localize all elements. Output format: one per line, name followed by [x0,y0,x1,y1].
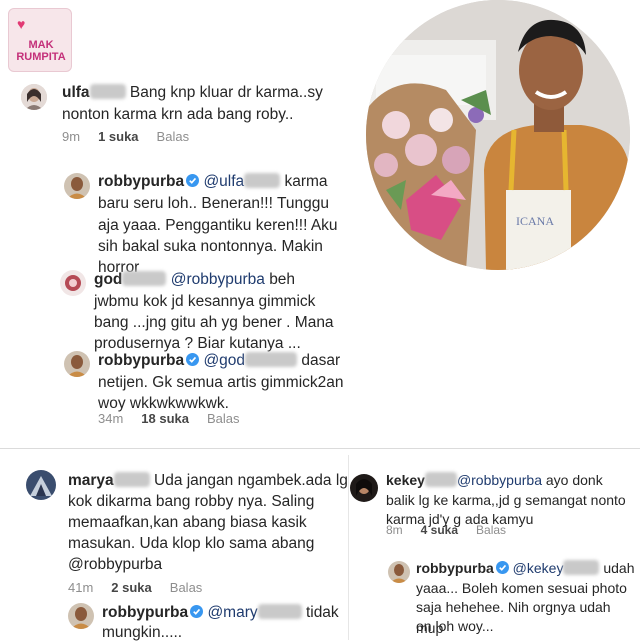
svg-text:ICANA: ICANA [516,214,554,228]
likes-count[interactable]: 18 suka [141,411,189,426]
reply-robby4-line1: robbypurba @kekey udah [416,558,635,579]
comment-text: jwbmu kok jd kesannya gimmick [94,293,316,310]
logo-text: MAK RUMPITA [16,39,66,63]
avatar-robby-image [64,351,90,377]
avatar-ulfa-image [21,84,47,110]
comment-text: sih bakal suka nontonnya. Makin [98,238,323,255]
username-robbypurba[interactable]: robbypurba [416,560,494,576]
blurred-name [122,271,167,286]
reply-god-line1: god @robbypurba beh [94,269,295,290]
verified-badge-icon [186,353,200,366]
avatar[interactable] [64,173,90,199]
blurred-name [89,84,126,99]
mention[interactable]: @god [203,352,245,369]
likes-count[interactable]: 1 suka [98,129,138,144]
username-kekey[interactable]: kekey [386,472,425,488]
comment-text: nonton karma krn ada bang roby.. [62,106,294,123]
mention[interactable]: @robbypurba [68,554,162,575]
mention[interactable]: @robbypurba [171,271,265,288]
comment-ulfa-line1: ulfa Bang knp kluar dr karma..sy [62,82,323,103]
username-marya[interactable]: marya [68,472,114,489]
reply-button[interactable]: Balas [207,411,240,426]
username-god[interactable]: god [94,271,122,288]
blurred-name [424,472,457,487]
username-robbypurba[interactable]: robbypurba [98,352,184,369]
comment-text: kok dikarma bang robby nya. Saling [68,493,315,510]
reply-robby3-line1: robbypurba @mary tidak [102,602,339,623]
avatar-kekey-image [350,474,378,502]
comment-text: on loh woy... [416,618,494,634]
comment-text: tidak [305,604,339,621]
likes-count[interactable]: 4 suka [421,523,458,537]
avatar-marya-image [26,470,56,500]
blurred-name [245,352,298,367]
mention[interactable]: @robbypurba [457,472,542,488]
verified-badge-icon [186,174,200,187]
comment-text: udah [603,560,635,576]
avatar-robby-image [68,603,94,629]
mak-rumpita-logo: ♥ MAK RUMPITA [8,8,72,72]
avatar[interactable] [388,561,410,583]
avatar-god-image [60,270,86,296]
verified-badge-icon [495,561,509,574]
timestamp: 41m [68,580,94,595]
comment-text: yaaa... Boleh komen sesuai photo [416,580,627,596]
mention[interactable]: @mary [207,604,257,621]
mention[interactable]: @ulfa [203,173,244,190]
avatar-robby-image [64,173,90,199]
comment-meta: 9m 1 suka Balas [62,129,207,145]
blurred-name [563,560,600,575]
timestamp: 9m [62,129,81,144]
comment-text: karma [284,173,328,190]
blurred-name [113,472,150,487]
blurred-name [244,173,281,188]
reply-button[interactable]: Balas [170,580,203,595]
username-robbypurba[interactable]: robbypurba [98,173,184,190]
avatar[interactable] [68,603,94,629]
comment-text: beh [269,271,296,288]
avatar[interactable] [60,270,86,296]
divider [0,448,640,449]
reply-robby2-line1: robbypurba @god dasar [98,350,340,371]
likes-count[interactable]: 2 suka [111,580,151,595]
comment-text: baru seru loh.. Beneran!!! Tunggu [98,195,329,212]
profile-photo: ICANA [366,0,630,270]
avatar[interactable] [350,474,378,502]
comment-meta: 8m 4 suka Balas [386,522,524,538]
avatar[interactable] [64,351,90,377]
panel-divider [348,455,349,640]
blurred-name [257,604,302,619]
comment-text: dasar [301,352,341,369]
reply-button[interactable]: Balas [157,129,190,144]
timestamp: 8m [386,523,403,537]
mention[interactable]: @kekey [513,560,564,576]
avatar[interactable] [26,470,56,500]
timestamp: 34m [98,411,124,426]
comment-meta: 34m 18 suka Balas [98,411,258,427]
avatar[interactable] [21,84,47,110]
reply-button[interactable]: Balas [476,523,506,537]
comment-text: bang ...jng gitu ah yg bener . Mana [94,314,334,331]
heart-icon: ♥ [17,16,26,32]
comment-meta: 41m 2 suka Balas [68,580,220,596]
comment-text: masukan. Uda klop klo sama abang [68,535,315,552]
username-ulfa[interactable]: ulfa [62,84,90,101]
avatar-robby-image [388,561,410,583]
reply-robby1-line1: robbypurba @ulfa karma [98,171,328,192]
comment-text: aja yaaa. Penggantiku keren!!! Aku [98,217,338,234]
username-robbypurba[interactable]: robbypurba [102,604,188,621]
comment-text: ayo donk [545,472,603,488]
comment-marya-line1: marya Uda jangan ngambek.ada lg [68,470,348,491]
comment-text: netijen. Gk semua artis gimmick2an [98,374,344,391]
comment-text: memaafkan,kan abang biasa kasik [68,514,307,531]
comment-text: Bang knp kluar dr karma..sy [129,84,323,101]
comment-text: Uda jangan ngambek.ada lg [154,472,348,489]
comment-text: balik lg ke karma,,jd g semangat nonto [386,492,626,508]
comment-kekey-line1: kekey @robbypurba ayo donk [386,470,603,491]
photo-illustration: ICANA [366,0,630,270]
verified-badge-icon [190,605,204,618]
